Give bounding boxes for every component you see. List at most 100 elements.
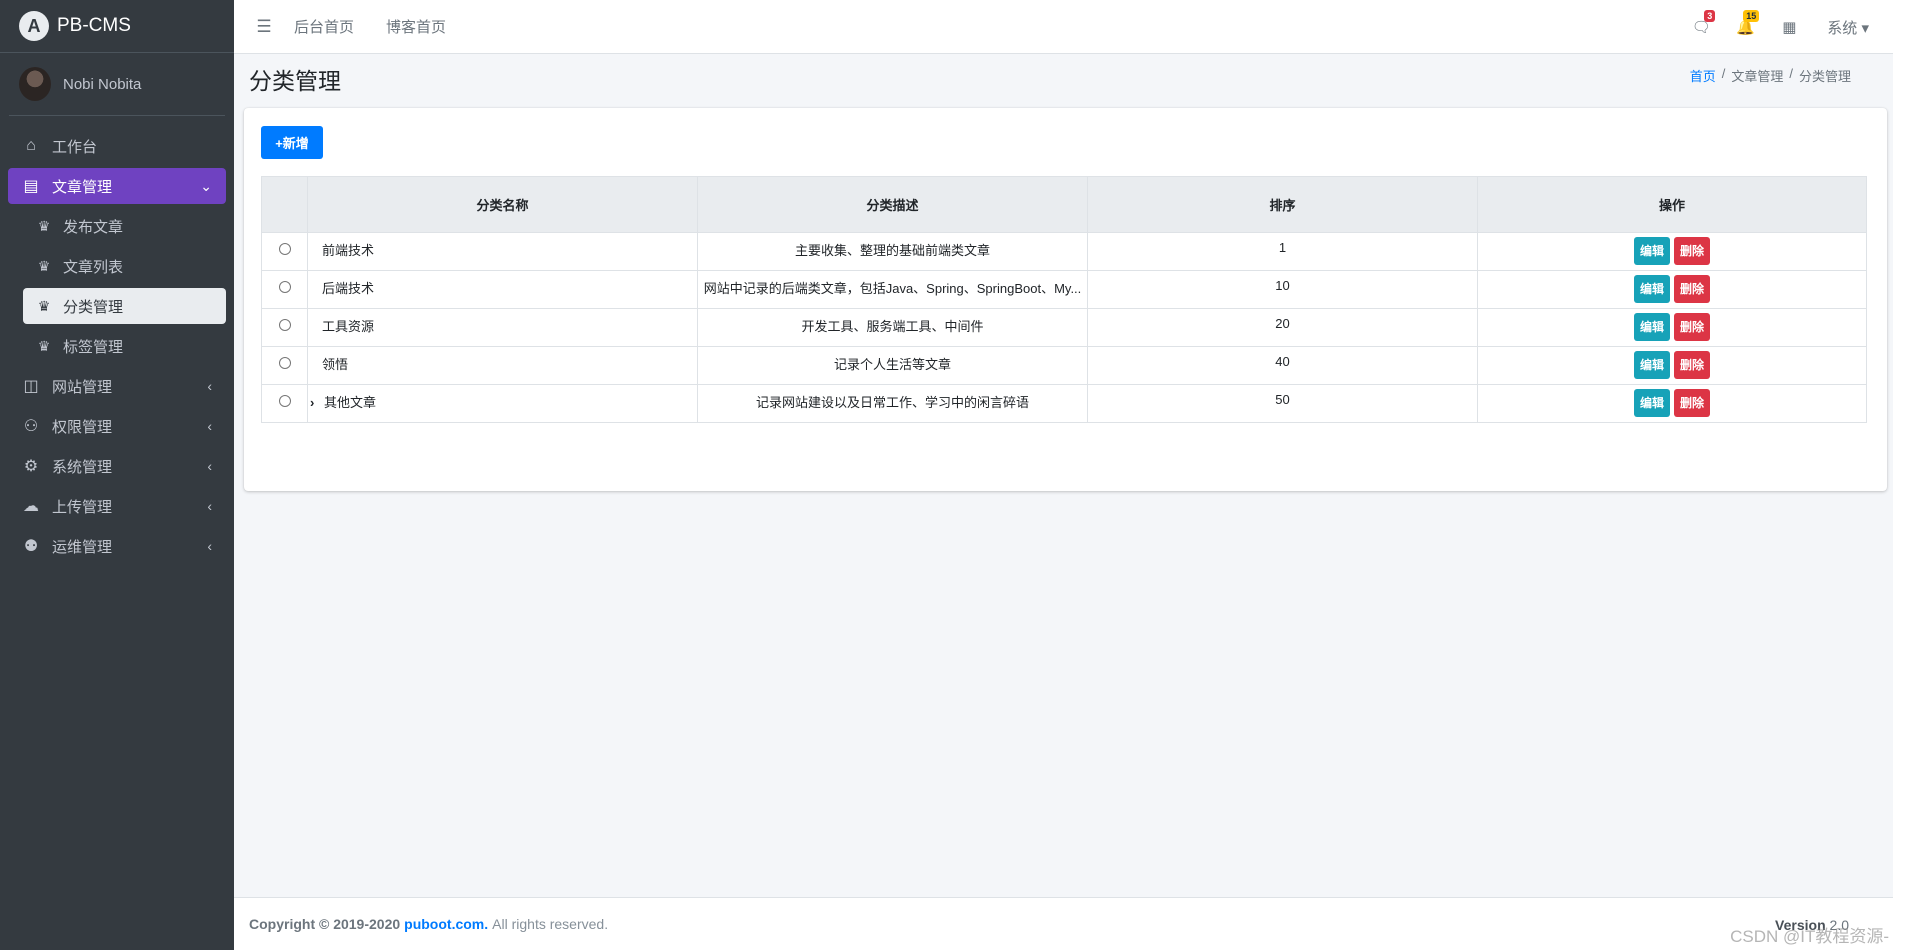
- row-name: 前端技术: [307, 232, 698, 271]
- header-select: [261, 176, 308, 233]
- sidebar-subitem-tags[interactable]: ♛ 标签管理: [23, 328, 226, 364]
- edit-button[interactable]: 编辑: [1633, 351, 1670, 379]
- delete-button[interactable]: 删除: [1674, 389, 1711, 417]
- header-description[interactable]: 分类描述: [697, 176, 1088, 233]
- row-actions: 编辑 删除: [1477, 232, 1867, 271]
- breadcrumb: 首页 / 文章管理 / 分类管理: [1690, 66, 1851, 85]
- crown-icon: ♛: [37, 257, 51, 274]
- sidebar-item-workbench[interactable]: ⌂ 工作台: [8, 128, 226, 164]
- home-icon: ⌂: [26, 137, 36, 154]
- row-radio[interactable]: [278, 280, 291, 293]
- sidebar-item-label: 工作台: [52, 138, 98, 156]
- table-row[interactable]: 后端技术 网站中记录的后端类文章，包括Java、Spring、SpringBoo…: [261, 270, 1867, 309]
- row-radio[interactable]: [278, 242, 291, 255]
- sidebar-subitem-publish[interactable]: ♛ 发布文章: [23, 208, 226, 244]
- system-dropdown[interactable]: 系统 ▾: [1827, 17, 1869, 38]
- admin-home-link[interactable]: 后台首页: [294, 16, 354, 37]
- row-description: 记录个人生活等文章: [697, 346, 1088, 385]
- row-select-cell: [261, 346, 308, 385]
- row-description: 主要收集、整理的基础前端类文章: [697, 232, 1088, 271]
- sidebar-subitem-label: 标签管理: [63, 338, 124, 356]
- sidebar-item-articles[interactable]: ▤ 文章管理 ⌄: [8, 168, 226, 204]
- sidebar-subitem-categories[interactable]: ♛ 分类管理: [23, 288, 226, 324]
- delete-button[interactable]: 删除: [1674, 313, 1711, 341]
- table-header-row: 分类名称 分类描述 排序 操作: [261, 176, 1867, 233]
- chevron-left-icon: ‹: [207, 458, 212, 474]
- breadcrumb-home[interactable]: 首页: [1690, 66, 1716, 85]
- logo-icon: A: [19, 11, 49, 41]
- row-name: 其他文章: [324, 395, 377, 410]
- newspaper-icon: ▤: [23, 178, 39, 195]
- topbar: ☰ 后台首页 博客首页 🗨 3 🔔 15 ▦ 系统 ▾: [234, 0, 1893, 54]
- user-panel[interactable]: Nobi Nobita: [9, 53, 225, 116]
- table-row[interactable]: 领悟 记录个人生活等文章 40 编辑 删除: [261, 346, 1867, 385]
- row-sort: 50: [1087, 384, 1478, 423]
- delete-button[interactable]: 删除: [1674, 237, 1711, 265]
- row-actions: 编辑 删除: [1477, 346, 1867, 385]
- user-name[interactable]: Nobi Nobita: [63, 76, 141, 93]
- people-icon: ⚉: [23, 538, 39, 555]
- sidebar-item-website[interactable]: ◫ 网站管理 ‹: [8, 368, 226, 404]
- chevron-right-icon[interactable]: ›: [310, 395, 324, 410]
- sidebar-subitem-label: 发布文章: [63, 218, 124, 236]
- chevron-left-icon: ‹: [207, 418, 212, 434]
- edit-button[interactable]: 编辑: [1633, 389, 1670, 417]
- edit-button[interactable]: 编辑: [1633, 237, 1670, 265]
- category-card: +新增 分类名称 分类描述 排序 操作 前端技术 主要收集、整理的基础前端类文章…: [244, 108, 1887, 491]
- sidebar-item-label: 系统管理: [52, 458, 113, 476]
- notifications-button[interactable]: 🔔 15: [1723, 10, 1767, 36]
- delete-button[interactable]: 删除: [1674, 275, 1711, 303]
- add-category-button[interactable]: +新增: [261, 126, 323, 159]
- breadcrumb-separator: /: [1721, 66, 1726, 81]
- chevron-left-icon: ‹: [207, 378, 212, 394]
- blog-home-link[interactable]: 博客首页: [386, 16, 446, 37]
- sidebar-subitem-article-list[interactable]: ♛ 文章列表: [23, 248, 226, 284]
- breadcrumb-separator: /: [1789, 66, 1793, 81]
- columns-icon: ◫: [23, 378, 39, 395]
- sidebar-subitem-label: 文章列表: [63, 258, 124, 276]
- sidebar-item-ops[interactable]: ⚉ 运维管理 ‹: [8, 528, 226, 564]
- row-description: 开发工具、服务端工具、中间件: [697, 308, 1088, 347]
- edit-button[interactable]: 编辑: [1633, 275, 1670, 303]
- site-link[interactable]: puboot.com.: [404, 916, 488, 932]
- row-radio[interactable]: [278, 394, 291, 407]
- gear-icon: ⚙: [23, 458, 39, 475]
- sidebar-subitem-label: 分类管理: [63, 298, 124, 316]
- brand-link[interactable]: A PB-CMS: [0, 0, 234, 53]
- page-title: 分类管理: [249, 68, 341, 94]
- sidebar: A PB-CMS Nobi Nobita ⌂ 工作台 ▤ 文章管理 ⌄ ♛ 发布…: [0, 0, 234, 950]
- table-row[interactable]: › 其他文章 记录网站建设以及日常工作、学习中的闲言碎语 50 编辑 删除: [261, 384, 1867, 423]
- row-sort: 10: [1087, 270, 1478, 309]
- system-label: 系统: [1827, 19, 1858, 37]
- row-actions: 编辑 删除: [1477, 270, 1867, 309]
- scrollbar-track[interactable]: [1893, 0, 1913, 950]
- row-actions: 编辑 删除: [1477, 384, 1867, 423]
- edit-button[interactable]: 编辑: [1633, 313, 1670, 341]
- messages-badge: 3: [1704, 10, 1716, 22]
- sidebar-item-label: 文章管理: [52, 178, 113, 196]
- sidebar-item-upload[interactable]: ☁ 上传管理 ‹: [8, 488, 226, 524]
- sidebar-item-label: 运维管理: [52, 538, 113, 556]
- sidebar-nav: ⌂ 工作台 ▤ 文章管理 ⌄ ♛ 发布文章 ♛ 文章列表 ♛ 分类管理 ♛ 标签…: [0, 116, 234, 564]
- table-row[interactable]: 工具资源 开发工具、服务端工具、中间件 20 编辑 删除: [261, 308, 1867, 347]
- sidebar-item-permissions[interactable]: ⚇ 权限管理 ‹: [8, 408, 226, 444]
- header-name[interactable]: 分类名称: [307, 176, 698, 233]
- grid-button[interactable]: ▦: [1767, 18, 1811, 36]
- footer: Copyright © 2019-2020 puboot.com. All ri…: [234, 897, 1893, 950]
- avatar: [19, 67, 51, 101]
- messages-button[interactable]: 🗨 3: [1679, 10, 1723, 36]
- header-sort[interactable]: 排序: [1087, 176, 1478, 233]
- row-radio[interactable]: [278, 318, 291, 331]
- row-sort: 20: [1087, 308, 1478, 347]
- row-select-cell: [261, 232, 308, 271]
- sidebar-item-label: 上传管理: [52, 498, 113, 516]
- table-row[interactable]: 前端技术 主要收集、整理的基础前端类文章 1 编辑 删除: [261, 232, 1867, 271]
- row-name: 后端技术: [307, 270, 698, 309]
- sidebar-item-system[interactable]: ⚙ 系统管理 ‹: [8, 448, 226, 484]
- crown-icon: ♛: [37, 217, 51, 234]
- row-sort: 1: [1087, 232, 1478, 271]
- breadcrumb-articles: 文章管理: [1731, 69, 1784, 84]
- menu-toggle-icon[interactable]: ☰: [234, 17, 294, 37]
- delete-button[interactable]: 删除: [1674, 351, 1711, 379]
- row-radio[interactable]: [278, 356, 291, 369]
